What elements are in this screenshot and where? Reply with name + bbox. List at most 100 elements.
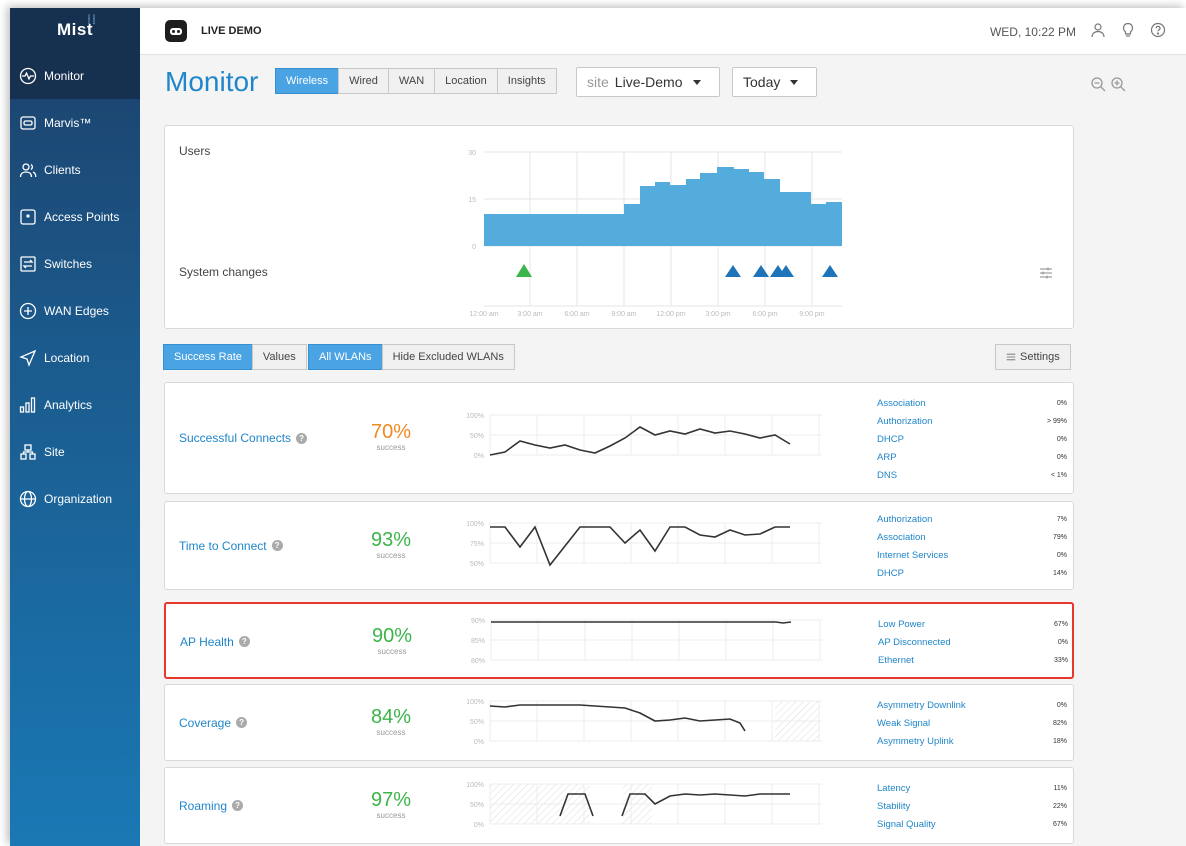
classifier-value: 22% — [1052, 803, 1067, 810]
classifier-item[interactable]: Signal Quality 67% — [877, 816, 1067, 834]
sidebar-item-switches[interactable]: Switches — [10, 240, 140, 287]
classifier-name[interactable]: Association — [877, 532, 926, 543]
user-icon[interactable] — [1090, 22, 1106, 41]
classifier-name[interactable]: Weak Signal — [877, 718, 930, 729]
metric-sparkline[interactable]: 90% 85% 80% — [461, 610, 831, 675]
classifier-item[interactable]: Weak Signal 82% — [877, 715, 1067, 733]
classifier-name[interactable]: DHCP — [877, 568, 904, 579]
metric-row-successful-connects[interactable]: Successful Connects? 70% success 100% 50% 0% A… — [164, 382, 1074, 494]
help-icon[interactable]: ? — [271, 540, 283, 551]
sidebar-item-clients[interactable]: Clients — [10, 146, 140, 193]
classifier-item[interactable]: Asymmetry Downlink 0% — [877, 697, 1067, 715]
classifier-item[interactable]: Association 0% — [877, 394, 1067, 412]
sidebar-item-analytics[interactable]: Analytics — [10, 381, 140, 428]
classifier-item[interactable]: Authorization 7% — [877, 511, 1067, 529]
classifier-item[interactable]: DHCP 0% — [877, 430, 1067, 448]
metric-sparkline[interactable]: 100% 50% 0% — [460, 774, 830, 839]
classifier-item[interactable]: DNS < 1% — [877, 466, 1067, 484]
help-icon[interactable] — [1150, 22, 1166, 41]
classifier-item[interactable]: Asymmetry Uplink 18% — [877, 733, 1067, 751]
y-tick: 50% — [470, 719, 484, 726]
sidebar-item-monitor[interactable]: Monitor — [10, 52, 140, 99]
org-name[interactable]: LIVE DEMO — [201, 25, 262, 37]
classifier-item[interactable]: Internet Services 0% — [877, 547, 1067, 565]
metric-name[interactable]: AP Health? — [180, 635, 250, 649]
users-chart[interactable]: 30 15 0 12:00 am 3:00 am 6:00 am 9:00 am… — [450, 136, 870, 326]
sidebar-item-label: Organization — [44, 491, 113, 506]
sidebar-item-access-points[interactable]: Access Points — [10, 193, 140, 240]
classifier-name[interactable]: Asymmetry Uplink — [877, 736, 954, 747]
classifier-item[interactable]: Latency 11% — [877, 780, 1067, 798]
classifier-item[interactable]: AP Disconnected 0% — [878, 634, 1068, 652]
classifier-name[interactable]: Internet Services — [877, 550, 948, 561]
all-wlans-button[interactable]: All WLANs — [308, 344, 383, 370]
classifier-name[interactable]: DHCP — [877, 434, 904, 445]
settings-button[interactable]: Settings — [995, 344, 1071, 370]
help-icon[interactable]: ? — [232, 800, 244, 811]
values-button[interactable]: Values — [251, 344, 307, 370]
classifier-name[interactable]: Latency — [877, 783, 910, 794]
metric-subtitle: success — [376, 443, 406, 452]
classifier-name[interactable]: Association — [877, 398, 926, 409]
system-change-marker[interactable] — [822, 265, 838, 277]
hide-excluded-wlans-button[interactable]: Hide Excluded WLANs — [381, 344, 515, 370]
filter-icon[interactable] — [1039, 266, 1053, 285]
time-range-dropdown[interactable]: Today — [732, 67, 817, 97]
mist-logo[interactable]: Mist ⋮⋮ ⋮⋮ — [10, 8, 140, 52]
help-icon[interactable]: ? — [238, 636, 250, 647]
classifier-name[interactable]: Low Power — [878, 619, 925, 630]
classifier-item[interactable]: ARP 0% — [877, 448, 1067, 466]
sidebar-item-marvis[interactable]: Marvis™ — [10, 99, 140, 146]
metric-name[interactable]: Roaming? — [179, 799, 244, 813]
metric-name[interactable]: Time to Connect? — [179, 539, 283, 553]
classifier-name[interactable]: Signal Quality — [877, 819, 936, 830]
classifier-item[interactable]: Association 79% — [877, 529, 1067, 547]
range-value: Today — [743, 74, 781, 90]
classifier-name[interactable]: AP Disconnected — [878, 637, 951, 648]
tab-location[interactable]: Location — [434, 68, 498, 94]
classifier-name[interactable]: Authorization — [877, 416, 932, 427]
zoom-in-icon[interactable] — [1110, 76, 1126, 97]
sidebar-item-location[interactable]: Location — [10, 334, 140, 381]
metric-percentage: 70% — [371, 421, 412, 443]
zoom-out-icon[interactable] — [1090, 76, 1106, 97]
metric-row-coverage[interactable]: Coverage? 84% success 100% 50% 0% Asymmetry Do… — [164, 684, 1074, 761]
tab-insights[interactable]: Insights — [496, 68, 557, 94]
classifier-item[interactable]: Stability 22% — [877, 798, 1067, 816]
site-dropdown[interactable]: site Live-Demo — [576, 67, 720, 97]
system-change-marker[interactable] — [753, 265, 769, 277]
classifier-item[interactable]: Authorization > 99% — [877, 412, 1067, 430]
metric-row-ap-health[interactable]: AP Health? 90% success 90% 85% 80% Low Power 67… — [164, 602, 1074, 679]
system-change-marker[interactable] — [725, 265, 741, 277]
sidebar-item-site[interactable]: Site — [10, 428, 140, 475]
tab-wired[interactable]: Wired — [338, 68, 389, 94]
sidebar-item-organization[interactable]: Organization — [10, 475, 140, 522]
tab-wan[interactable]: WAN — [387, 68, 436, 94]
classifier-item[interactable]: Low Power 67% — [878, 616, 1068, 634]
lightbulb-icon[interactable] — [1120, 22, 1136, 41]
classifier-name[interactable]: Ethernet — [878, 655, 914, 666]
metric-name[interactable]: Successful Connects? — [179, 431, 308, 445]
org-badge-icon[interactable] — [165, 20, 187, 42]
classifier-name[interactable]: Asymmetry Downlink — [877, 700, 966, 711]
sidebar-item-wan-edges[interactable]: WAN Edges — [10, 287, 140, 334]
tab-wireless[interactable]: Wireless — [275, 68, 340, 94]
success-rate-button[interactable]: Success Rate — [163, 344, 253, 370]
classifier-name[interactable]: Authorization — [877, 514, 932, 525]
metric-sparkline[interactable]: 100% 50% 0% — [460, 691, 830, 756]
metric-row-roaming[interactable]: Roaming? 97% success 100% 50% 0% Latency 11% Sta… — [164, 767, 1074, 844]
classifier-name[interactable]: ARP — [877, 452, 897, 463]
help-icon[interactable]: ? — [296, 432, 308, 444]
help-icon[interactable]: ? — [236, 717, 248, 728]
metric-name[interactable]: Coverage? — [179, 716, 248, 730]
classifier-name[interactable]: DNS — [877, 470, 897, 481]
classifier-item[interactable]: Ethernet 33% — [878, 652, 1068, 670]
metric-sparkline[interactable]: 100% 75% 50% — [460, 513, 830, 581]
classifier-value: 0% — [1057, 639, 1068, 646]
classifier-item[interactable]: DHCP 14% — [877, 565, 1067, 583]
metric-subtitle: success — [377, 646, 407, 656]
metric-row-time-to-connect[interactable]: Time to Connect? 93% success 100% 75% 50% Auth… — [164, 501, 1074, 590]
metric-sparkline[interactable]: 100% 50% 0% — [460, 405, 830, 473]
classifier-name[interactable]: Stability — [877, 801, 910, 812]
metric-percentage: 90% — [372, 624, 413, 647]
